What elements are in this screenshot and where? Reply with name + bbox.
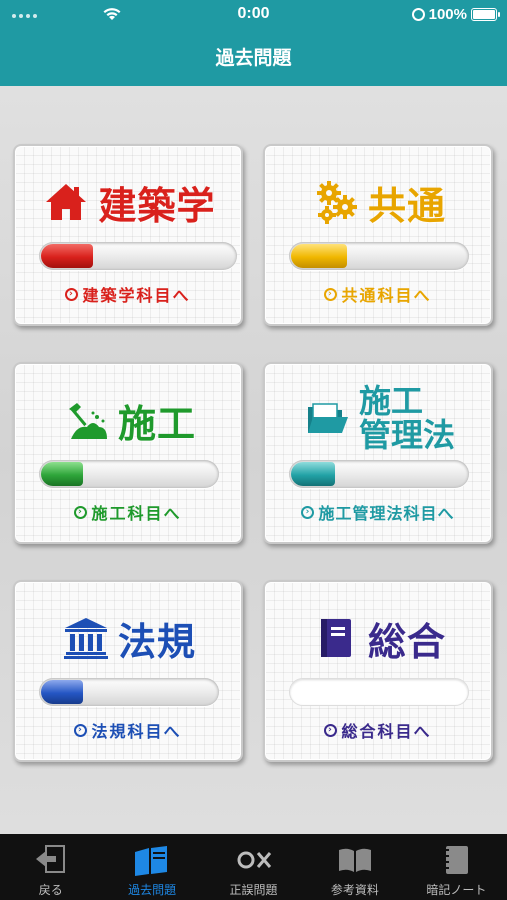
subject-link[interactable]: › 施工科目へ [15, 500, 241, 524]
subject-link[interactable]: › 法規科目へ [15, 718, 241, 742]
subject-link-label: 施工管理法科目へ [318, 504, 455, 523]
progress-fill [291, 462, 335, 486]
subject-link[interactable]: › 建築学科目へ [15, 282, 241, 306]
progress-fill [41, 462, 83, 486]
subject-link-label: 法規科目へ [91, 722, 182, 741]
subject-link-label: 建築学科目へ [82, 286, 191, 305]
status-bar: 0:00 100% [0, 0, 507, 30]
subject-card-construction-management[interactable]: 施工 管理法 › 施工管理法科目へ [263, 362, 493, 544]
arrow-circle-icon: › [324, 287, 338, 301]
progress-fill [41, 680, 83, 704]
house-icon [40, 176, 92, 228]
arrow-circle-icon: › [74, 723, 88, 737]
subject-link-label: 共通科目へ [341, 286, 432, 305]
progress-bar [289, 460, 469, 488]
book-icon [310, 612, 362, 664]
tab-true-false[interactable]: 正誤問題 [203, 834, 304, 900]
subject-link[interactable]: › 施工管理法科目へ [265, 500, 491, 524]
open-book-icon [336, 842, 374, 878]
tab-past-questions[interactable]: 過去問題 [101, 834, 202, 900]
card-title: 総合 [367, 619, 446, 664]
subject-card-architecture[interactable]: 建築学 › 建築学科目へ [13, 144, 243, 326]
courthouse-icon [60, 612, 112, 664]
page-title: 過去問題 [215, 47, 292, 69]
nav-bar: 過去問題 [0, 30, 507, 86]
tab-label: 参考資料 [330, 883, 379, 897]
subject-link[interactable]: › 総合科目へ [265, 718, 491, 742]
ox-icon [235, 842, 273, 878]
battery-percent: 100% [428, 6, 467, 23]
arrow-circle-icon: › [74, 505, 88, 519]
card-title-line1: 施工 [358, 382, 423, 420]
books-icon [133, 842, 171, 878]
orientation-lock-icon [411, 8, 425, 21]
card-title: 建築学 [98, 183, 216, 228]
tab-label: 戻る [38, 883, 63, 897]
tab-reference[interactable]: 参考資料 [304, 834, 405, 900]
arrow-circle-icon: › [324, 723, 338, 737]
progress-bar [289, 678, 469, 706]
progress-fill [41, 244, 93, 268]
subject-card-construction[interactable]: 施工 › 施工科目へ [13, 362, 243, 544]
progress-bar [289, 242, 469, 270]
subject-link-label: 施工科目へ [91, 504, 182, 523]
subject-link-label: 総合科目へ [341, 722, 432, 741]
back-icon [32, 842, 70, 878]
gears-icon [310, 176, 362, 228]
progress-bar [39, 242, 237, 270]
notebook-icon [437, 842, 475, 878]
arrow-circle-icon: › [65, 287, 79, 301]
tab-label: 過去問題 [128, 883, 177, 897]
progress-bar [39, 678, 219, 706]
tab-label: 正誤問題 [229, 883, 278, 897]
tab-bar: 戻る 過去問題 正誤問題 参考資料 暗記ノート [0, 834, 507, 900]
tab-memo-notes[interactable]: 暗記ノート [406, 834, 507, 900]
tab-back[interactable]: 戻る [0, 834, 101, 900]
subject-grid: 建築学 › 建築学科目へ 共通 › 共通科目へ 施工 › 施工科目へ 施工 管理… [0, 86, 507, 834]
folder-icon [301, 392, 353, 444]
subject-card-regulations[interactable]: 法規 › 法規科目へ [13, 580, 243, 762]
subject-card-general[interactable]: 総合 › 総合科目へ [263, 580, 493, 762]
arrow-circle-icon: › [301, 505, 315, 519]
subject-card-common[interactable]: 共通 › 共通科目へ [263, 144, 493, 326]
tab-label: 暗記ノート [426, 883, 487, 897]
battery-icon [471, 8, 500, 21]
card-title-line2: 管理法 [358, 416, 455, 454]
progress-bar [39, 460, 219, 488]
shovel-icon [60, 394, 112, 446]
card-title: 法規 [117, 619, 196, 664]
subject-link[interactable]: › 共通科目へ [265, 282, 491, 306]
progress-fill [291, 244, 347, 268]
card-title: 施工 [117, 401, 196, 446]
card-title: 共通 [367, 183, 446, 228]
